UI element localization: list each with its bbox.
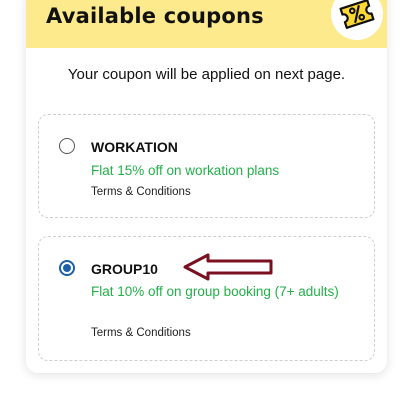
coupon-code: GROUP10 <box>91 261 158 277</box>
coupon-badge <box>331 0 383 40</box>
annotation-arrow-icon <box>183 253 273 281</box>
coupon-offer: Flat 10% off on group booking (7+ adults… <box>91 284 339 299</box>
coupon-offer: Flat 15% off on workation plans <box>91 163 280 178</box>
coupon-code: WORKATION <box>91 139 178 155</box>
coupons-header: Available coupons <box>26 0 387 48</box>
coupon-ticket-icon <box>339 0 375 29</box>
terms-link[interactable]: Terms & Conditions <box>91 186 191 198</box>
coupon-radio-group10[interactable] <box>59 260 75 276</box>
header-title: Available coupons <box>46 4 264 28</box>
coupons-panel: Available coupons Your coupon will be ap… <box>26 0 387 373</box>
coupon-note: Your coupon will be applied on next page… <box>67 66 346 83</box>
terms-link[interactable]: Terms & Conditions <box>91 327 191 339</box>
coupon-card-workation[interactable]: WORKATION Flat 15% off on workation plan… <box>38 114 375 218</box>
coupon-radio-workation[interactable] <box>59 138 75 154</box>
